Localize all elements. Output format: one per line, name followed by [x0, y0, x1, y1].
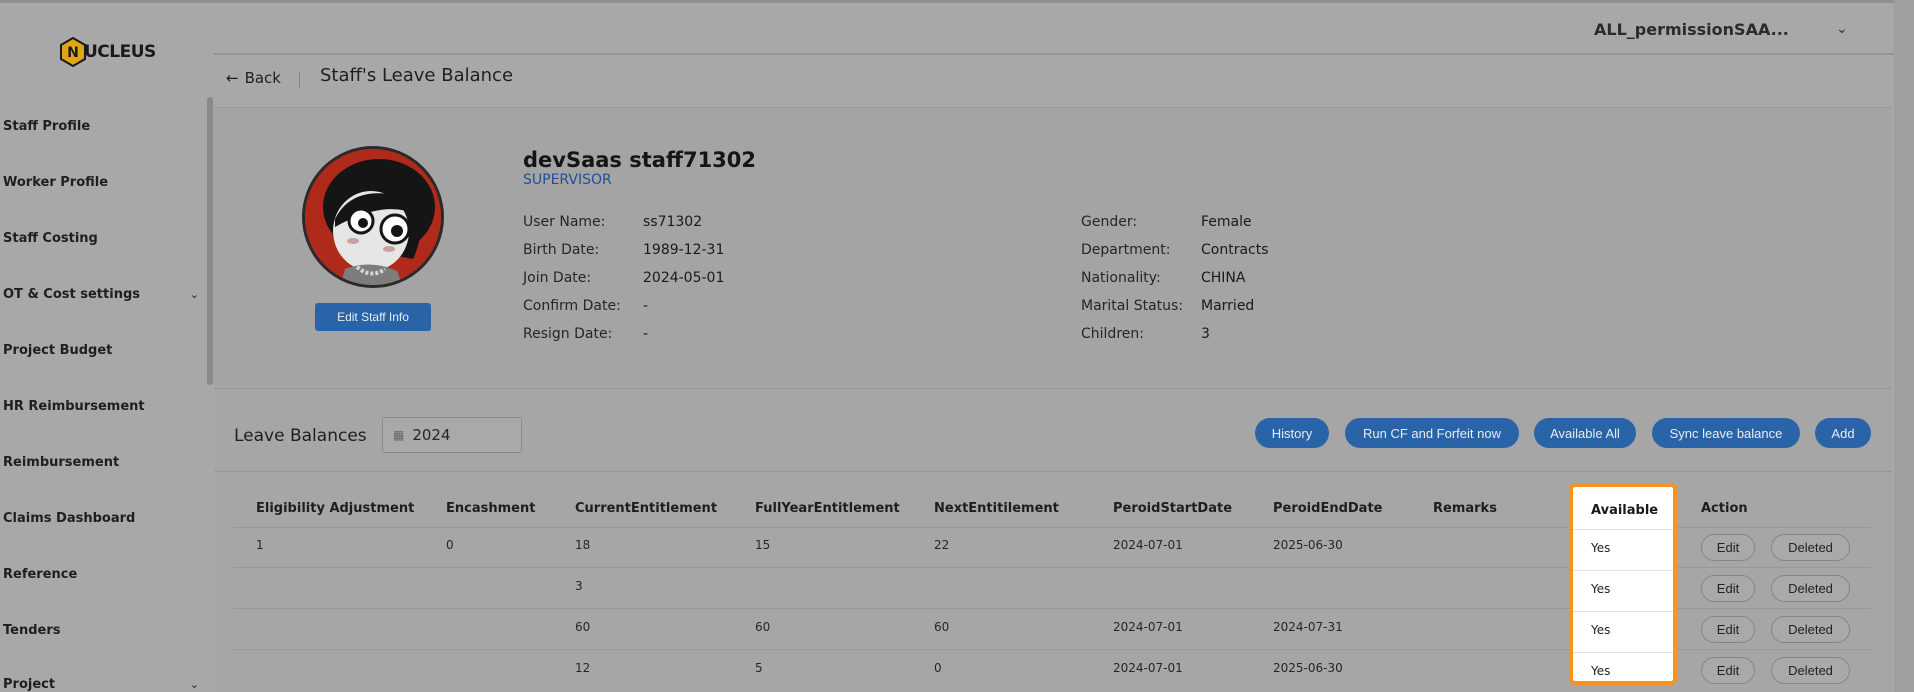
top-bar: ALL_permissionSAA... ⌄ [214, 0, 1914, 55]
cell-available: Yes [1591, 541, 1611, 555]
back-button[interactable]: ← Back [226, 69, 281, 87]
info-nationality: Nationality: CHINA [1081, 270, 1246, 286]
nucleus-logo[interactable]: N UCLEUS [60, 37, 156, 67]
info-join-date: Join Date: 2024-05-01 [523, 270, 725, 286]
sync-leave-balance-button[interactable]: Sync leave balance [1652, 418, 1800, 448]
cell-available: Yes [1591, 582, 1611, 596]
divider [299, 71, 300, 89]
sidebar-item-ot-cost-settings[interactable]: OT & Cost settings ⌄ [3, 287, 201, 302]
edit-button[interactable]: Edit [1701, 534, 1755, 561]
page-title: Staff's Leave Balance [320, 65, 514, 86]
page-header: ← Back Staff's Leave Balance [214, 56, 1892, 108]
cell-fullyear: 15 [755, 538, 771, 552]
cell-current: 60 [575, 620, 591, 634]
run-cf-forfeit-button[interactable]: Run CF and Forfeit now [1345, 418, 1519, 448]
cell-current: 12 [575, 661, 591, 675]
info-marital-status: Marital Status: Married [1081, 298, 1255, 314]
history-button[interactable]: History [1255, 418, 1329, 448]
cell-end-date: 2025-06-30 [1273, 661, 1343, 675]
cell-start-date: 2024-07-01 [1113, 620, 1183, 634]
col-remarks[interactable]: Remarks [1433, 501, 1497, 516]
sidebar-item-worker-profile[interactable]: Worker Profile [3, 175, 201, 190]
cell-next: 22 [934, 538, 950, 552]
sidebar-item-tenders[interactable]: Tenders [3, 623, 201, 638]
cell-end-date: 2025-06-30 [1273, 538, 1343, 552]
arrow-left-icon: ← [226, 69, 239, 87]
col-current-entitlement[interactable]: CurrentEntitlement [575, 501, 717, 516]
logo-text: UCLEUS [84, 42, 156, 62]
sidebar-item-claims-dashboard[interactable]: Claims Dashboard [3, 511, 201, 526]
sidebar-scrollbar[interactable] [207, 97, 213, 385]
divider [214, 471, 1892, 472]
sidebar-item-reference[interactable]: Reference [3, 567, 201, 582]
col-period-start-date[interactable]: PeroidStartDate [1113, 501, 1232, 516]
sidebar-item-staff-profile[interactable]: Staff Profile [3, 119, 201, 134]
info-confirm-date: Confirm Date: - [523, 298, 649, 314]
cell-start-date: 2024-07-01 [1113, 538, 1183, 552]
delete-button[interactable]: Deleted [1771, 534, 1850, 561]
edit-staff-info-button[interactable]: Edit Staff Info [315, 303, 431, 331]
sidebar-item-project-budget[interactable]: Project Budget [3, 343, 201, 358]
col-encashment[interactable]: Encashment [446, 501, 535, 516]
tenant-selector[interactable]: ALL_permissionSAA... [1594, 20, 1789, 39]
cell-start-date: 2024-07-01 [1113, 661, 1183, 675]
info-department: Department: Contracts [1081, 242, 1269, 258]
col-next-entitlement[interactable]: NextEntitilement [934, 501, 1059, 516]
info-birth-date: Birth Date: 1989-12-31 [523, 242, 725, 258]
chevron-down-icon: ⌄ [189, 678, 199, 691]
info-resign-date: Resign Date: - [523, 326, 649, 342]
available-all-button[interactable]: Available All [1534, 418, 1636, 448]
cell-next: 60 [934, 620, 950, 634]
info-gender: Gender: Female [1081, 214, 1252, 230]
logo-hexagon-icon: N [60, 37, 86, 67]
chevron-down-icon: ⌄ [189, 288, 199, 301]
row-divider [1573, 529, 1673, 530]
cell-available: Yes [1591, 664, 1611, 678]
cell-available: Yes [1591, 623, 1611, 637]
sidebar-item-staff-costing[interactable]: Staff Costing [3, 231, 201, 246]
cell-encashment: 0 [446, 538, 454, 552]
cell-eligibility: 1 [256, 538, 264, 552]
staff-name: devSaas staff71302 [523, 148, 757, 172]
calendar-icon: ▦ [393, 428, 405, 442]
edit-button[interactable]: Edit [1701, 616, 1755, 643]
col-period-end-date[interactable]: PeroidEndDate [1273, 501, 1382, 516]
avatar [302, 146, 444, 288]
staff-role: SUPERVISOR [523, 172, 612, 188]
staff-profile-panel: Edit Staff Info devSaas staff71302 SUPER… [214, 108, 1892, 388]
row-divider [1573, 611, 1673, 612]
sidebar-item-reimbursement[interactable]: Reimbursement [3, 455, 201, 470]
edit-button[interactable]: Edit [1701, 657, 1755, 684]
col-full-year-entitlement[interactable]: FullYearEntitlement [755, 501, 900, 516]
delete-button[interactable]: Deleted [1771, 616, 1850, 643]
row-divider [1573, 652, 1673, 653]
svg-text:N: N [67, 45, 79, 61]
cell-current: 18 [575, 538, 591, 552]
col-action: Action [1701, 501, 1748, 516]
info-children: Children: 3 [1081, 326, 1210, 342]
delete-button[interactable]: Deleted [1771, 575, 1850, 602]
cell-fullyear: 60 [755, 620, 771, 634]
sidebar-item-hr-reimbursement[interactable]: HR Reimbursement [3, 399, 201, 414]
cell-next: 0 [934, 661, 942, 675]
sidebar: N UCLEUS Staff Profile Worker Profile St… [0, 0, 214, 692]
available-column-highlight: Available Yes Yes Yes Yes [1569, 483, 1677, 685]
chevron-down-icon[interactable]: ⌄ [1836, 21, 1848, 37]
info-user-name: User Name: ss71302 [523, 214, 703, 230]
year-picker[interactable]: ▦ 2024 [382, 417, 522, 453]
add-button[interactable]: Add [1815, 418, 1871, 448]
col-eligibility-adjustment[interactable]: Eligibility Adjustment [256, 501, 414, 516]
sidebar-item-project[interactable]: Project ⌄ [3, 677, 201, 692]
cell-fullyear: 5 [755, 661, 763, 675]
leave-balances-title: Leave Balances [234, 426, 367, 446]
cell-end-date: 2024-07-31 [1273, 620, 1343, 634]
edit-button[interactable]: Edit [1701, 575, 1755, 602]
page-scrollbar-track[interactable] [1894, 0, 1914, 692]
cell-current: 3 [575, 579, 583, 593]
row-divider [1573, 570, 1673, 571]
col-available[interactable]: Available [1591, 503, 1658, 518]
delete-button[interactable]: Deleted [1771, 657, 1850, 684]
